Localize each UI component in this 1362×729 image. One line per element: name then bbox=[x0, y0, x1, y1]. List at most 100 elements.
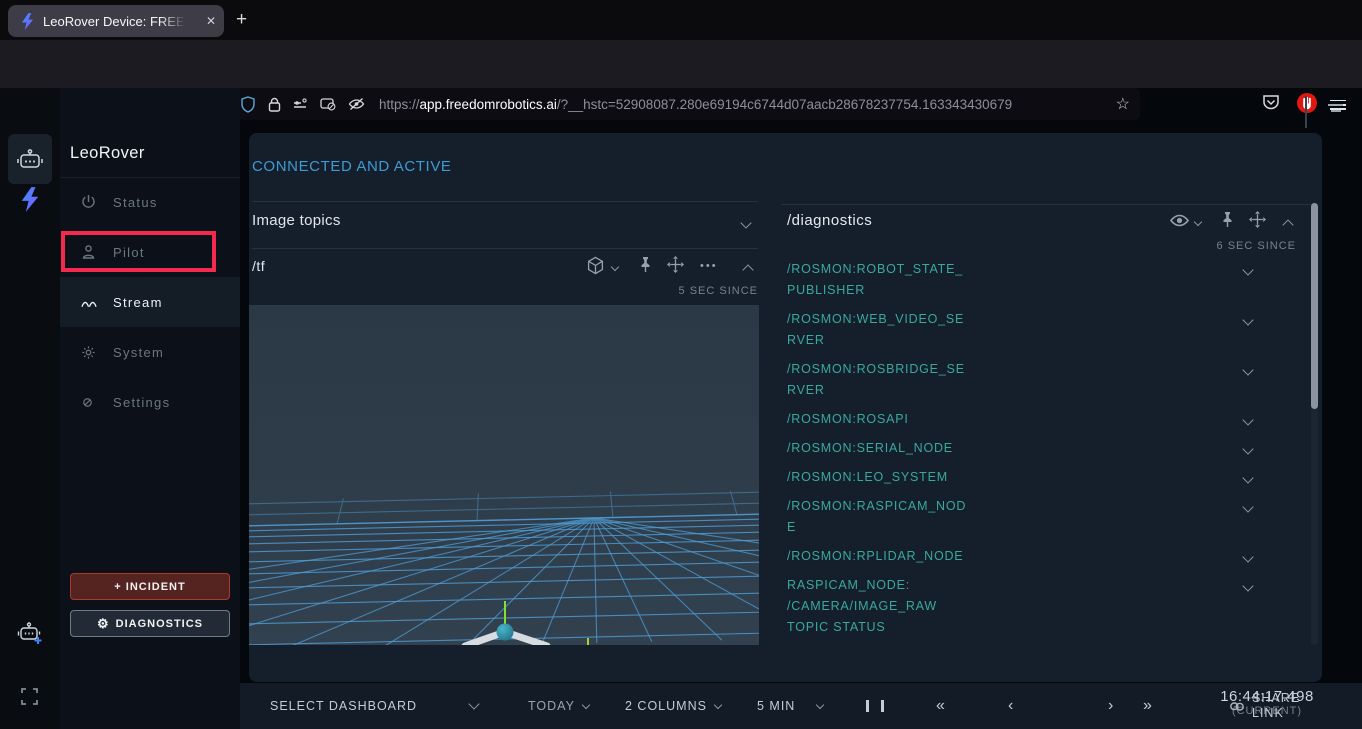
eye-icon[interactable] bbox=[1169, 212, 1190, 229]
share-link-button[interactable]: SHARE LINK bbox=[1230, 683, 1304, 729]
diagnostics-row[interactable]: /ROSMON:RASPICAM_NOD E bbox=[787, 496, 1252, 538]
url-bar[interactable]: https://app.freedomrobotics.ai/?__hstc=5… bbox=[224, 88, 1140, 120]
diagnostics-row[interactable]: /ROSMON:SERIAL_NODE bbox=[787, 438, 1252, 459]
move-icon[interactable] bbox=[1249, 211, 1266, 228]
diagnostics-row[interactable]: /ROSMON:LEO_SYSTEM bbox=[787, 467, 1252, 488]
expand-chevron-icon[interactable] bbox=[1242, 472, 1253, 483]
strip-divider bbox=[1305, 96, 1307, 128]
diagnostics-topic: /ROSMON:ROSAPI bbox=[787, 409, 999, 430]
expand-chevron-icon[interactable] bbox=[1242, 414, 1253, 425]
expand-chevron-icon[interactable] bbox=[1242, 501, 1253, 512]
expand-chevron-icon[interactable] bbox=[1242, 314, 1253, 325]
expand-chevron-icon[interactable] bbox=[1242, 264, 1253, 275]
permissions-icon[interactable] bbox=[293, 98, 308, 111]
url-text: https://app.freedomrobotics.ai/?__hstc=5… bbox=[379, 97, 1097, 112]
pin-icon[interactable] bbox=[638, 256, 653, 273]
screen: LeoRover Device: FREED ✕ + ← → ⟳ http bbox=[0, 0, 1362, 729]
diagnostics-button-label: DIAGNOSTICS bbox=[116, 618, 203, 630]
diagnostics-topic: /ROSMON:WEB_VIDEO_SE RVER bbox=[787, 309, 999, 351]
pocket-icon[interactable] bbox=[1262, 94, 1280, 111]
tab-close-icon[interactable]: ✕ bbox=[206, 14, 216, 28]
tf-3d-viewport[interactable] bbox=[249, 305, 759, 645]
sidebar-item-stream[interactable]: Stream bbox=[60, 277, 240, 327]
sidebar-item-settings[interactable]: Settings bbox=[60, 377, 240, 427]
fullscreen-icon[interactable] bbox=[21, 688, 38, 710]
interval-label: 5 MIN bbox=[757, 699, 795, 713]
chevron-down-icon bbox=[816, 700, 824, 708]
columns-label: 2 COLUMNS bbox=[625, 699, 707, 713]
chevron-down-icon bbox=[582, 700, 590, 708]
blocker-extension-icon[interactable] bbox=[1296, 92, 1318, 114]
skip-back-button[interactable]: « bbox=[936, 683, 946, 729]
step-back-button[interactable]: ‹ bbox=[1008, 683, 1014, 729]
gears-icon: ⚙ bbox=[97, 616, 110, 632]
date-range-dropdown[interactable]: TODAY bbox=[528, 683, 589, 729]
sidebar-item-label: System bbox=[113, 345, 164, 360]
columns-dropdown[interactable]: 2 COLUMNS bbox=[625, 683, 721, 729]
log-panel-toggle-icon[interactable] bbox=[1328, 104, 1344, 116]
scrollbar-thumb[interactable] bbox=[1311, 203, 1318, 409]
expand-chevron-icon[interactable] bbox=[1242, 443, 1253, 454]
browser-toolbar: ← → ⟳ https://app.freedomrobotics.ai/?__… bbox=[0, 40, 1362, 88]
chevron-down-icon bbox=[714, 700, 722, 708]
incident-button-label: + INCIDENT bbox=[114, 581, 185, 593]
settings-icon bbox=[81, 396, 97, 409]
browser-tab[interactable]: LeoRover Device: FREED ✕ bbox=[8, 5, 224, 37]
eye-slash-icon[interactable] bbox=[348, 97, 365, 111]
link-icon bbox=[1230, 702, 1244, 711]
diagnostics-row[interactable]: /ROSMON:ROBOT_STATE_ PUBLISHER bbox=[787, 259, 1252, 301]
pause-button[interactable] bbox=[864, 683, 886, 729]
step-forward-button[interactable]: › bbox=[1108, 683, 1114, 729]
device-button[interactable] bbox=[8, 134, 52, 184]
share-link-label: SHARE LINK bbox=[1252, 691, 1304, 721]
diagnostics-row[interactable]: /ROSMON:ROSAPI bbox=[787, 409, 1252, 430]
add-robot-button[interactable] bbox=[16, 620, 44, 651]
connection-status-banner: CONNECTED AND ACTIVE bbox=[252, 158, 452, 175]
diagnostics-topic: /ROSMON:ROSBRIDGE_SE RVER bbox=[787, 359, 999, 401]
diagnostics-row[interactable]: RASPICAM_NODE: /CAMERA/IMAGE_RAW TOPIC S… bbox=[787, 575, 1252, 638]
browser-tab-bar: LeoRover Device: FREED ✕ + bbox=[0, 0, 1362, 40]
divider bbox=[252, 201, 758, 202]
tab-title: LeoRover Device: FREED bbox=[43, 14, 185, 29]
cube-3d-icon[interactable] bbox=[586, 256, 605, 275]
app-logo-lightning-icon bbox=[19, 187, 41, 212]
divider bbox=[781, 204, 1313, 205]
shield-icon[interactable] bbox=[240, 96, 256, 113]
url-host: app.freedomrobotics.ai bbox=[420, 97, 557, 112]
incident-button[interactable]: + INCIDENT bbox=[70, 573, 230, 600]
move-icon[interactable] bbox=[667, 256, 684, 273]
sidebar-item-system[interactable]: System bbox=[60, 327, 240, 377]
diagnostics-panel-title: /diagnostics bbox=[787, 212, 872, 229]
device-name: LeoRover bbox=[70, 144, 145, 163]
robot-model bbox=[465, 601, 588, 645]
bookmark-star-icon[interactable]: ☆ bbox=[1116, 94, 1130, 114]
new-tab-button[interactable]: + bbox=[236, 9, 247, 31]
url-scheme: https:// bbox=[379, 97, 420, 112]
sidebar-item-status[interactable]: Status bbox=[60, 177, 240, 227]
diagnostics-row[interactable]: /ROSMON:ROSBRIDGE_SE RVER bbox=[787, 359, 1252, 401]
autoplay-blocked-icon[interactable] bbox=[320, 97, 336, 111]
sidebar-item-label: Status bbox=[113, 195, 158, 210]
diagnostics-button[interactable]: ⚙ DIAGNOSTICS bbox=[70, 610, 230, 637]
lightning-favicon bbox=[20, 13, 35, 30]
bottom-bar: SELECT DASHBOARD TODAY 2 COLUMNS 5 MIN «… bbox=[240, 683, 1362, 729]
expand-chevron-icon[interactable] bbox=[1242, 364, 1253, 375]
expand-chevron-icon[interactable] bbox=[1242, 580, 1253, 591]
diagnostics-since-label: 6 SEC SINCE bbox=[1136, 240, 1296, 252]
diagnostics-row[interactable]: /ROSMON:WEB_VIDEO_SE RVER bbox=[787, 309, 1252, 351]
interval-dropdown[interactable]: 5 MIN bbox=[757, 683, 823, 729]
lock-icon[interactable] bbox=[268, 97, 281, 112]
pin-icon[interactable] bbox=[1220, 211, 1235, 228]
diagnostics-row[interactable]: /ROSMON:RPLIDAR_NODE bbox=[787, 546, 1252, 567]
image-topics-dropdown[interactable]: Image topics bbox=[252, 212, 758, 240]
diagnostics-topic: /ROSMON:RASPICAM_NOD E bbox=[787, 496, 999, 538]
skip-forward-button[interactable]: » bbox=[1143, 683, 1153, 729]
more-options-icon[interactable]: ••• bbox=[700, 260, 718, 272]
expand-chevron-icon[interactable] bbox=[1242, 551, 1253, 562]
select-dashboard-dropdown[interactable]: SELECT DASHBOARD bbox=[270, 683, 478, 729]
diagnostics-scrollbar bbox=[1311, 203, 1318, 645]
sidebar-item-label: Settings bbox=[113, 395, 170, 410]
chevron-down-icon bbox=[468, 698, 479, 709]
tf-panel-title: /tf bbox=[252, 258, 265, 274]
select-dashboard-label: SELECT DASHBOARD bbox=[270, 699, 417, 713]
